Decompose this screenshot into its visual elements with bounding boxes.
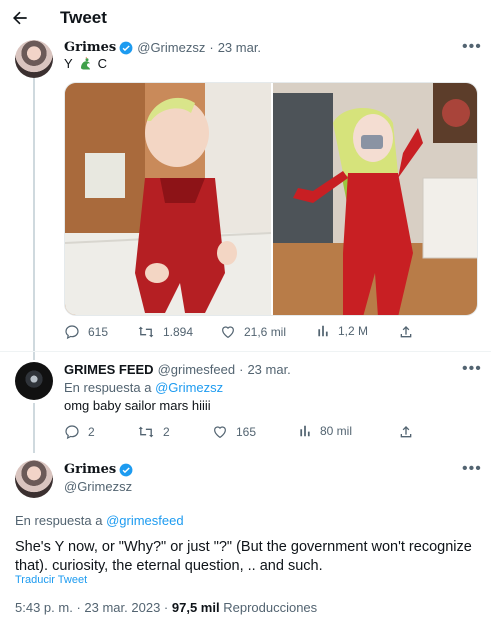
- back-arrow-icon[interactable]: [10, 8, 34, 30]
- display-name[interactable]: Grimes: [64, 462, 116, 477]
- retweet-icon: [137, 324, 155, 340]
- handle[interactable]: @Grimezsz: [137, 40, 205, 55]
- timestamp[interactable]: 23 mar.: [247, 362, 290, 377]
- reply-icon: [64, 324, 80, 340]
- like-button[interactable]: 21,6 mil: [220, 324, 286, 340]
- retweet-button[interactable]: 1.894: [137, 324, 193, 340]
- retweet-count: 2: [163, 425, 170, 439]
- reply-context: En respuesta a @Grimezsz: [64, 380, 223, 395]
- share-icon: [398, 424, 414, 440]
- reply-icon: [64, 424, 80, 440]
- share-button[interactable]: [398, 324, 414, 340]
- divider: [0, 351, 491, 352]
- more-options-icon[interactable]: •••: [462, 360, 482, 378]
- dragon-emoji-icon: [78, 56, 93, 71]
- avatar[interactable]: [15, 40, 53, 78]
- avatar[interactable]: [15, 460, 53, 498]
- reply-count: 2: [88, 425, 95, 439]
- share-icon: [398, 324, 414, 340]
- photo-grimes-mirror[interactable]: [273, 83, 477, 315]
- like-button[interactable]: 165: [212, 424, 256, 440]
- page-title: Tweet: [60, 8, 107, 27]
- retweet-button[interactable]: 2: [137, 424, 170, 440]
- tweet-text: She's Y now, or "Why?" or just "?" (But …: [15, 539, 472, 574]
- display-name[interactable]: Grimes: [64, 40, 116, 55]
- translate-link[interactable]: Traducir Tweet: [15, 574, 87, 586]
- tweet-text: omg baby sailor mars hiiii: [64, 398, 211, 413]
- views-count: 97,5 mil: [171, 600, 220, 615]
- display-name[interactable]: GRIMES FEED: [64, 362, 154, 377]
- retweet-count: 1.894: [163, 325, 194, 339]
- analytics-icon: [298, 424, 312, 438]
- views-button[interactable]: 1,2 M: [316, 324, 368, 338]
- author-name-row: Grimes: [64, 462, 133, 477]
- like-count: 165: [236, 425, 257, 439]
- analytics-icon: [316, 324, 330, 338]
- tweet-text-part: C: [97, 56, 108, 71]
- tweet-text: Y C: [64, 56, 107, 71]
- tweet-grimes-feed[interactable]: GRIMES FEED @grimesfeed · 23 mar. ••• En…: [0, 360, 491, 450]
- reply-prefix: En respuesta a: [64, 380, 152, 395]
- tweet-text-part: Y: [64, 56, 73, 71]
- share-button[interactable]: [398, 424, 414, 440]
- views-count: 80 mil: [320, 424, 353, 438]
- heart-icon: [220, 324, 236, 340]
- reply-button[interactable]: 2: [64, 424, 95, 440]
- reply-context: En respuesta a @grimesfeed: [15, 513, 184, 528]
- avatar[interactable]: [15, 362, 53, 400]
- more-options-icon[interactable]: •••: [462, 38, 482, 56]
- timestamp[interactable]: 23 mar.: [218, 40, 261, 55]
- heart-icon: [212, 424, 228, 440]
- tweet-time[interactable]: 5:43 p. m.: [15, 600, 73, 615]
- media-grid: [64, 82, 478, 316]
- tweet-header: GRIMES FEED @grimesfeed · 23 mar.: [64, 362, 291, 377]
- views-button[interactable]: 80 mil: [298, 424, 352, 438]
- views-count: 1,2 M: [338, 324, 369, 338]
- verified-badge-icon: [119, 41, 133, 55]
- views-label: Reproducciones: [223, 600, 318, 615]
- header: Tweet: [0, 0, 491, 38]
- reply-to-link[interactable]: @Grimezsz: [155, 380, 223, 395]
- tweet-meta: 5:43 p. m. · 23 mar. 2023 · 97,5 mil Rep…: [15, 600, 318, 615]
- retweet-icon: [137, 424, 155, 440]
- tweet-date[interactable]: 23 mar. 2023: [84, 600, 160, 615]
- like-count: 21,6 mil: [244, 325, 287, 339]
- reply-prefix: En respuesta a: [15, 513, 103, 528]
- tweet-grimes[interactable]: Grimes @Grimezsz · 23 mar. ••• Y C 615 1…: [0, 38, 491, 350]
- handle[interactable]: @Grimezsz: [64, 479, 132, 494]
- reply-button[interactable]: 615: [64, 324, 108, 340]
- verified-badge-icon: [119, 463, 133, 477]
- photo-baby[interactable]: [65, 83, 271, 315]
- reply-to-link[interactable]: @grimesfeed: [106, 513, 184, 528]
- main-tweet: Grimes @Grimezsz ••• En respuesta a @gri…: [0, 458, 491, 620]
- reply-count: 615: [88, 325, 109, 339]
- tweet-header: Grimes @Grimezsz · 23 mar.: [64, 40, 262, 55]
- handle[interactable]: @grimesfeed: [158, 362, 236, 377]
- more-options-icon[interactable]: •••: [462, 460, 482, 478]
